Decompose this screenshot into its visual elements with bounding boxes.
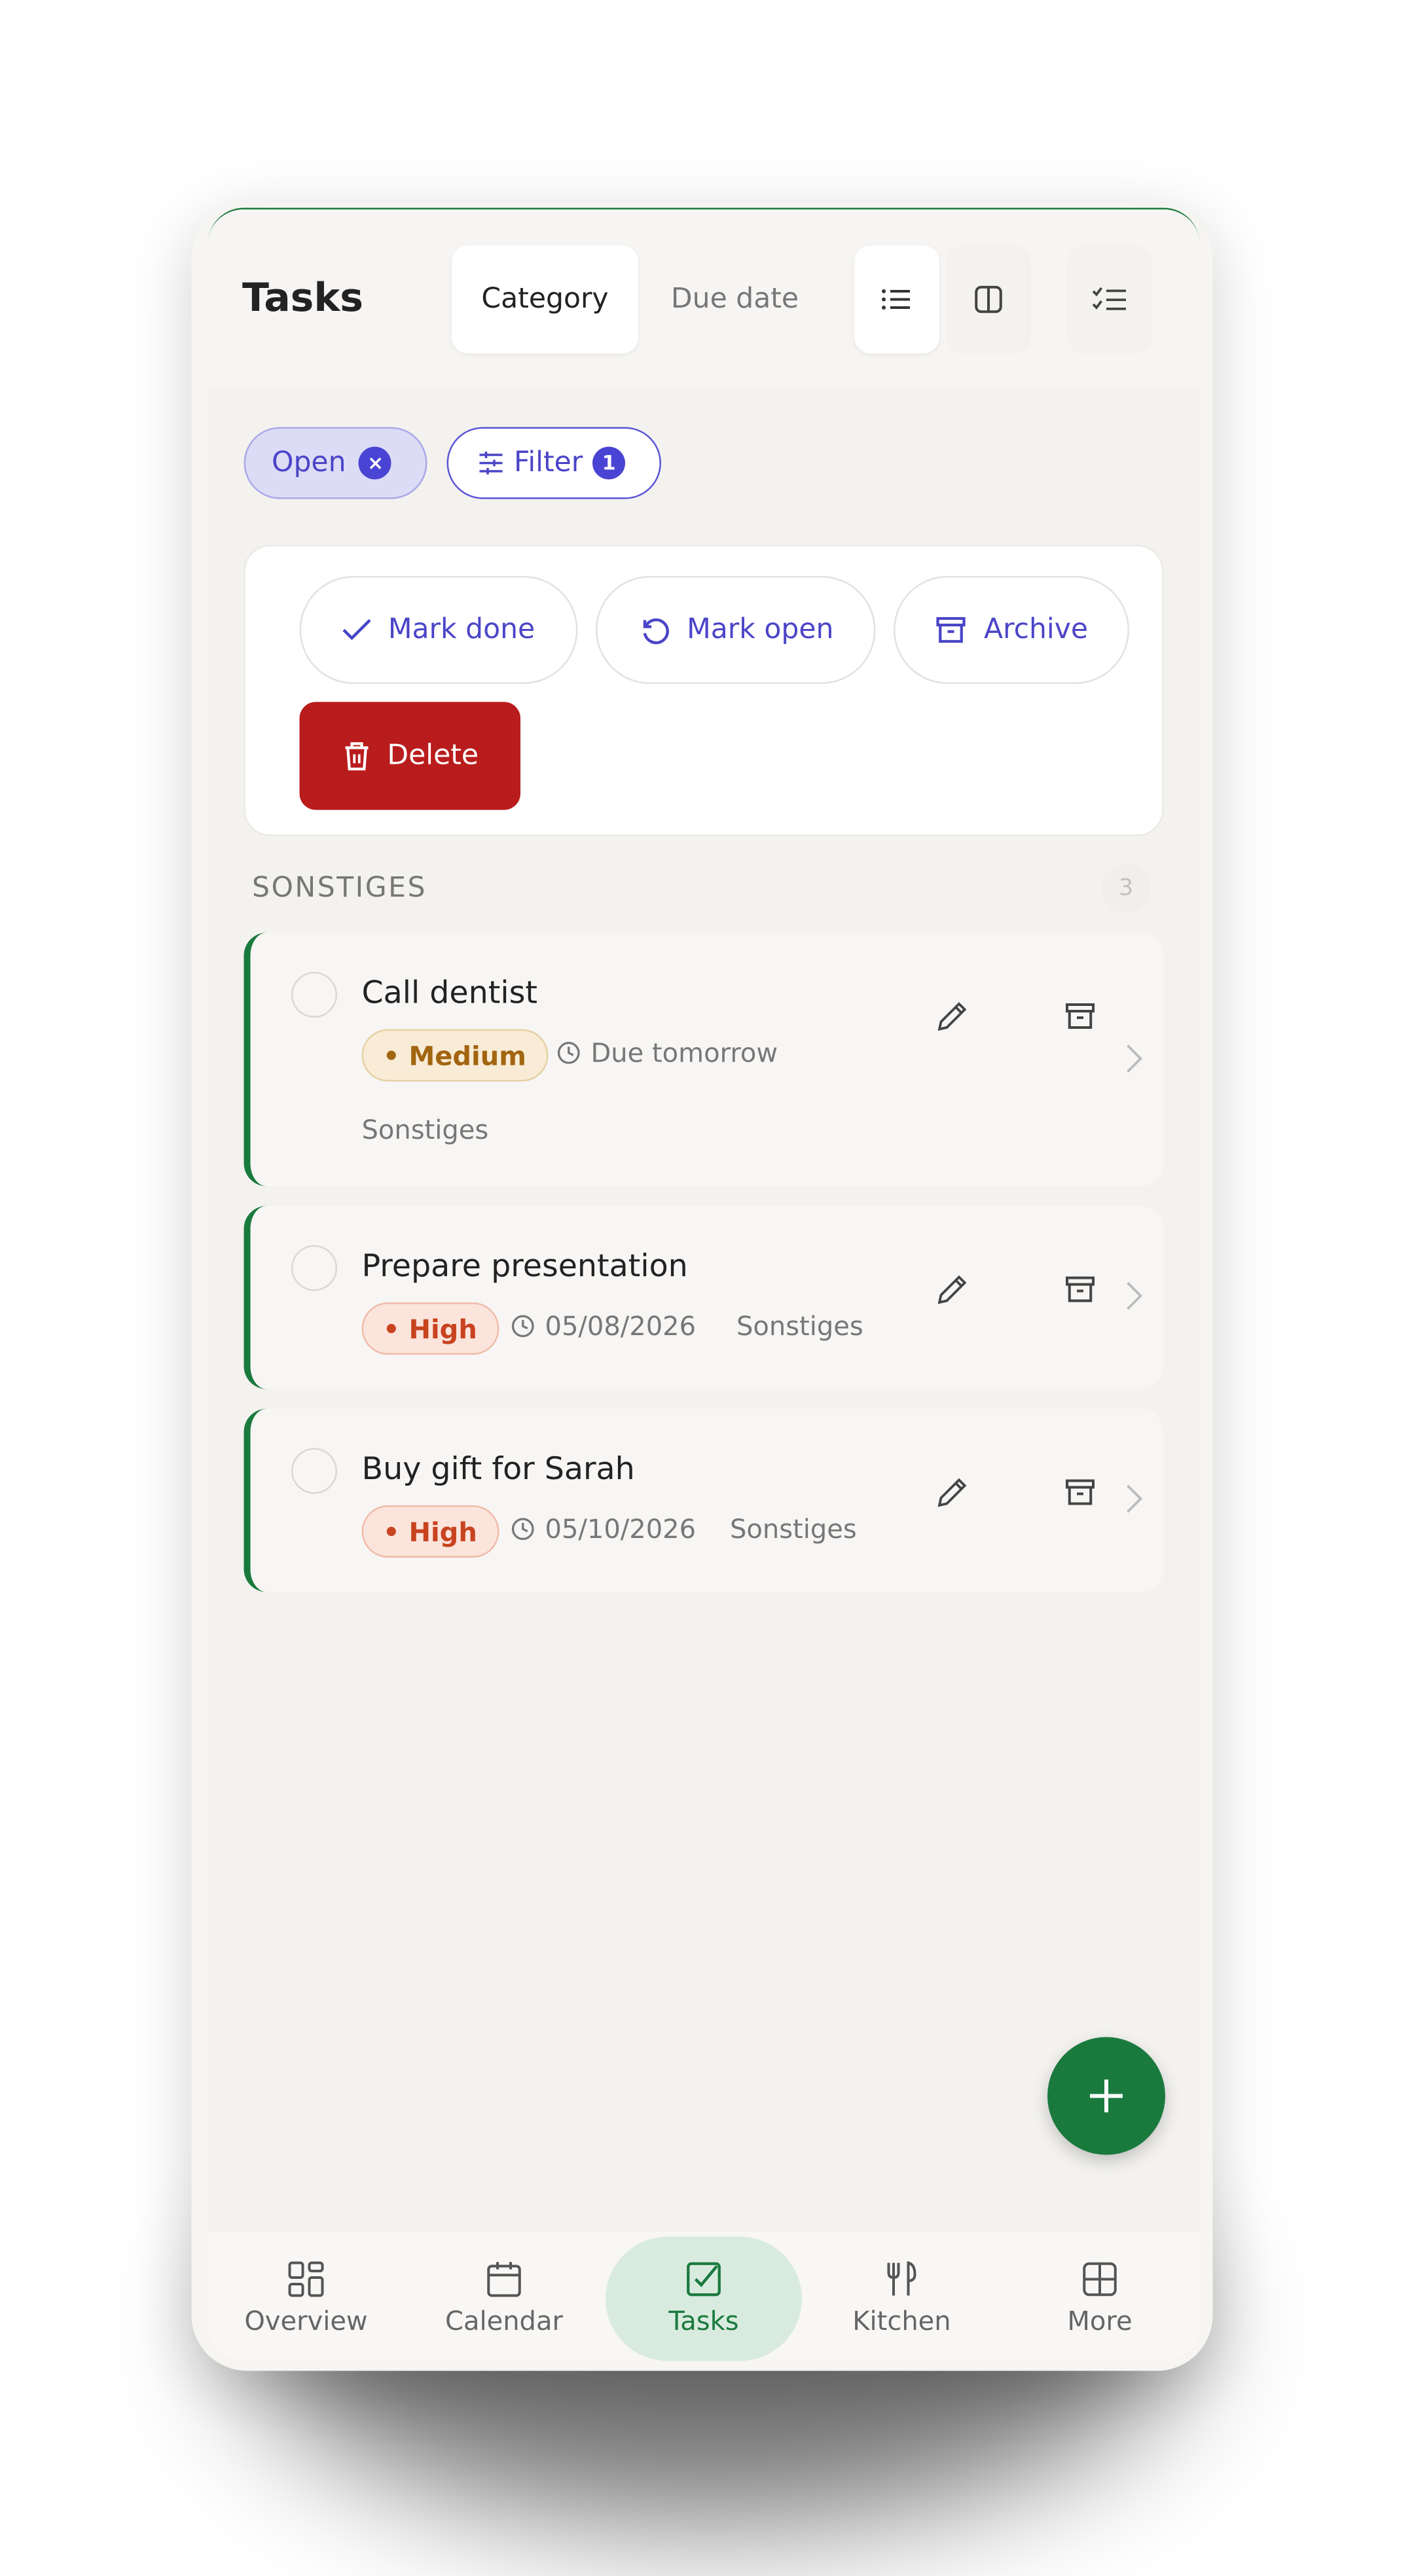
task-checkbox[interactable] — [291, 1448, 337, 1494]
bulk-actions-panel: Mark done Mark open Archive Delete — [244, 545, 1164, 836]
filter-label: Filter — [514, 446, 583, 480]
mark-open-label: Mark open — [687, 613, 834, 647]
stage: Tasks Category Due date Open × Filter 1 … — [0, 0, 1414, 2575]
archive-icon — [1066, 1003, 1095, 1029]
due-date-text: Due tomorrow — [590, 1037, 778, 1069]
task-card[interactable]: Buy gift for Sarah • High 05/10/2026 Son… — [244, 1408, 1164, 1592]
pencil-icon — [937, 1275, 967, 1304]
tasks-icon — [687, 2261, 721, 2296]
trash-icon — [344, 742, 368, 771]
top-bar: Tasks Category Due date — [208, 209, 1200, 389]
due-date-text: 05/10/2026 — [545, 1513, 697, 1545]
checklist-icon — [1092, 287, 1126, 310]
due-date: 05/10/2026 — [511, 1514, 696, 1545]
sliders-icon — [479, 452, 503, 474]
task-category: Sonstiges — [736, 1310, 863, 1342]
nav-label: Kitchen — [852, 2304, 951, 2336]
archive-icon — [1066, 1479, 1095, 1505]
archive-button[interactable]: Archive — [894, 576, 1129, 684]
mark-done-button[interactable]: Mark done — [299, 576, 578, 684]
edit-task-button[interactable] — [928, 1265, 977, 1314]
task-checkbox[interactable] — [291, 1245, 337, 1291]
list-view-button[interactable] — [854, 245, 939, 353]
add-task-button[interactable] — [1047, 2037, 1165, 2155]
nav-kitchen[interactable]: Kitchen — [804, 2232, 1000, 2361]
device-frame: Tasks Category Due date Open × Filter 1 … — [191, 203, 1213, 2371]
check-icon — [342, 618, 371, 641]
clock-icon — [557, 1041, 580, 1064]
status-chip-label: Open — [272, 446, 346, 480]
kitchen-icon — [887, 2260, 916, 2295]
nav-label: More — [1067, 2304, 1133, 2336]
chevron-right-icon[interactable] — [1118, 1272, 1151, 1321]
archive-icon — [936, 617, 966, 643]
task-card[interactable]: Call dentist • Medium Due tomorrow Sonst… — [244, 933, 1164, 1187]
mark-done-label: Mark done — [388, 613, 535, 647]
nav-overview[interactable]: Overview — [208, 2232, 405, 2361]
chevron-right-icon[interactable] — [1118, 1034, 1151, 1083]
page-title: Tasks — [242, 275, 364, 321]
clock-icon — [511, 1518, 534, 1541]
task-title: Buy gift for Sarah — [361, 1451, 635, 1488]
archive-icon — [1066, 1276, 1095, 1302]
nav-label: Tasks — [668, 2304, 739, 2336]
delete-button[interactable]: Delete — [299, 702, 520, 810]
section-count-badge: 3 — [1101, 864, 1151, 913]
nav-label: Overview — [244, 2304, 368, 2336]
tab-category[interactable]: Category — [452, 245, 638, 353]
filter-count-badge: 1 — [592, 446, 626, 480]
due-date: 05/08/2026 — [511, 1311, 696, 1342]
nav-more[interactable]: More — [1002, 2232, 1198, 2361]
select-mode-button[interactable] — [1067, 245, 1152, 353]
task-checkbox[interactable] — [291, 972, 337, 1018]
edit-task-button[interactable] — [928, 1468, 977, 1517]
remove-chip-icon[interactable]: × — [359, 446, 392, 480]
plus-icon — [1090, 2079, 1123, 2113]
filter-button[interactable]: Filter 1 — [446, 427, 661, 499]
nav-calendar[interactable]: Calendar — [406, 2232, 602, 2361]
more-icon — [1083, 2261, 1117, 2295]
task-card[interactable]: Prepare presentation • High 05/08/2026 S… — [244, 1206, 1164, 1389]
archive-task-button[interactable] — [1056, 1265, 1105, 1314]
clock-icon — [511, 1315, 534, 1338]
priority-badge: • High — [361, 1505, 499, 1558]
nav-label: Calendar — [445, 2304, 563, 2336]
due-date-text: 05/08/2026 — [545, 1310, 697, 1342]
app-screen: Tasks Category Due date Open × Filter 1 … — [208, 207, 1200, 2361]
archive-task-button[interactable] — [1056, 992, 1105, 1041]
bottom-navigation: Overview Calendar Tasks Kitchen More — [208, 2232, 1200, 2361]
board-view-button[interactable] — [946, 245, 1031, 353]
task-category: Sonstiges — [730, 1513, 857, 1545]
archive-task-button[interactable] — [1056, 1468, 1105, 1517]
nav-tasks[interactable]: Tasks — [606, 2232, 802, 2361]
status-filter-chip[interactable]: Open × — [244, 427, 427, 499]
pencil-icon — [937, 1002, 967, 1031]
section-title: SONSTIGES — [252, 872, 427, 905]
chevron-right-icon[interactable] — [1118, 1475, 1151, 1524]
tab-due-date[interactable]: Due date — [642, 245, 828, 353]
task-category: Sonstiges — [361, 1114, 489, 1146]
pencil-icon — [937, 1478, 967, 1507]
edit-task-button[interactable] — [928, 992, 977, 1041]
delete-label: Delete — [387, 740, 479, 772]
task-title: Call dentist — [361, 975, 537, 1011]
priority-badge: • High — [361, 1302, 499, 1355]
due-date: Due tomorrow — [556, 1037, 778, 1069]
calendar-icon — [487, 2261, 521, 2297]
board-view-icon — [975, 285, 1002, 313]
task-title: Prepare presentation — [361, 1248, 688, 1285]
archive-label: Archive — [983, 613, 1088, 647]
list-view-icon — [882, 289, 910, 310]
undo-icon — [642, 618, 669, 645]
priority-badge: • Medium — [361, 1029, 548, 1082]
mark-open-button[interactable]: Mark open — [596, 576, 876, 684]
overview-icon — [288, 2261, 324, 2297]
